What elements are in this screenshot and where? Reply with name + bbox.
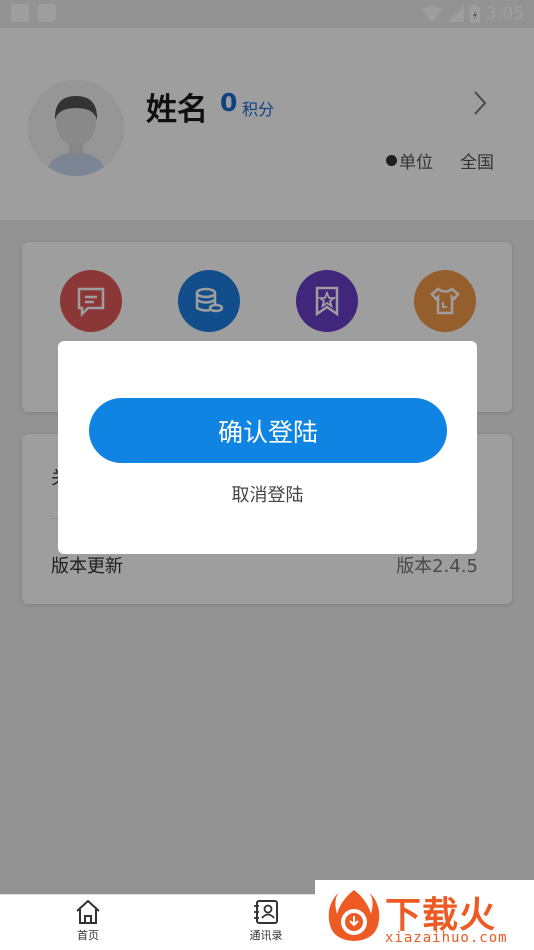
flame-logo-icon: [328, 890, 380, 941]
watermark: 下载火 xiazaihuo.com: [315, 880, 534, 950]
nav-item-home[interactable]: 首页: [58, 899, 118, 943]
cancel-logout-button[interactable]: 取消登陆: [58, 481, 477, 507]
nav-label: 通讯录: [249, 929, 283, 942]
contacts-icon: [254, 900, 278, 924]
logout-dialog: 确认登陆 取消登陆: [58, 341, 477, 554]
watermark-subtitle: xiazaihuo.com: [385, 930, 508, 946]
confirm-logout-button[interactable]: 确认登陆: [89, 398, 447, 463]
nav-label: 首页: [77, 929, 99, 942]
home-icon: [76, 899, 100, 924]
nav-item-contacts[interactable]: 通讯录: [236, 899, 296, 943]
